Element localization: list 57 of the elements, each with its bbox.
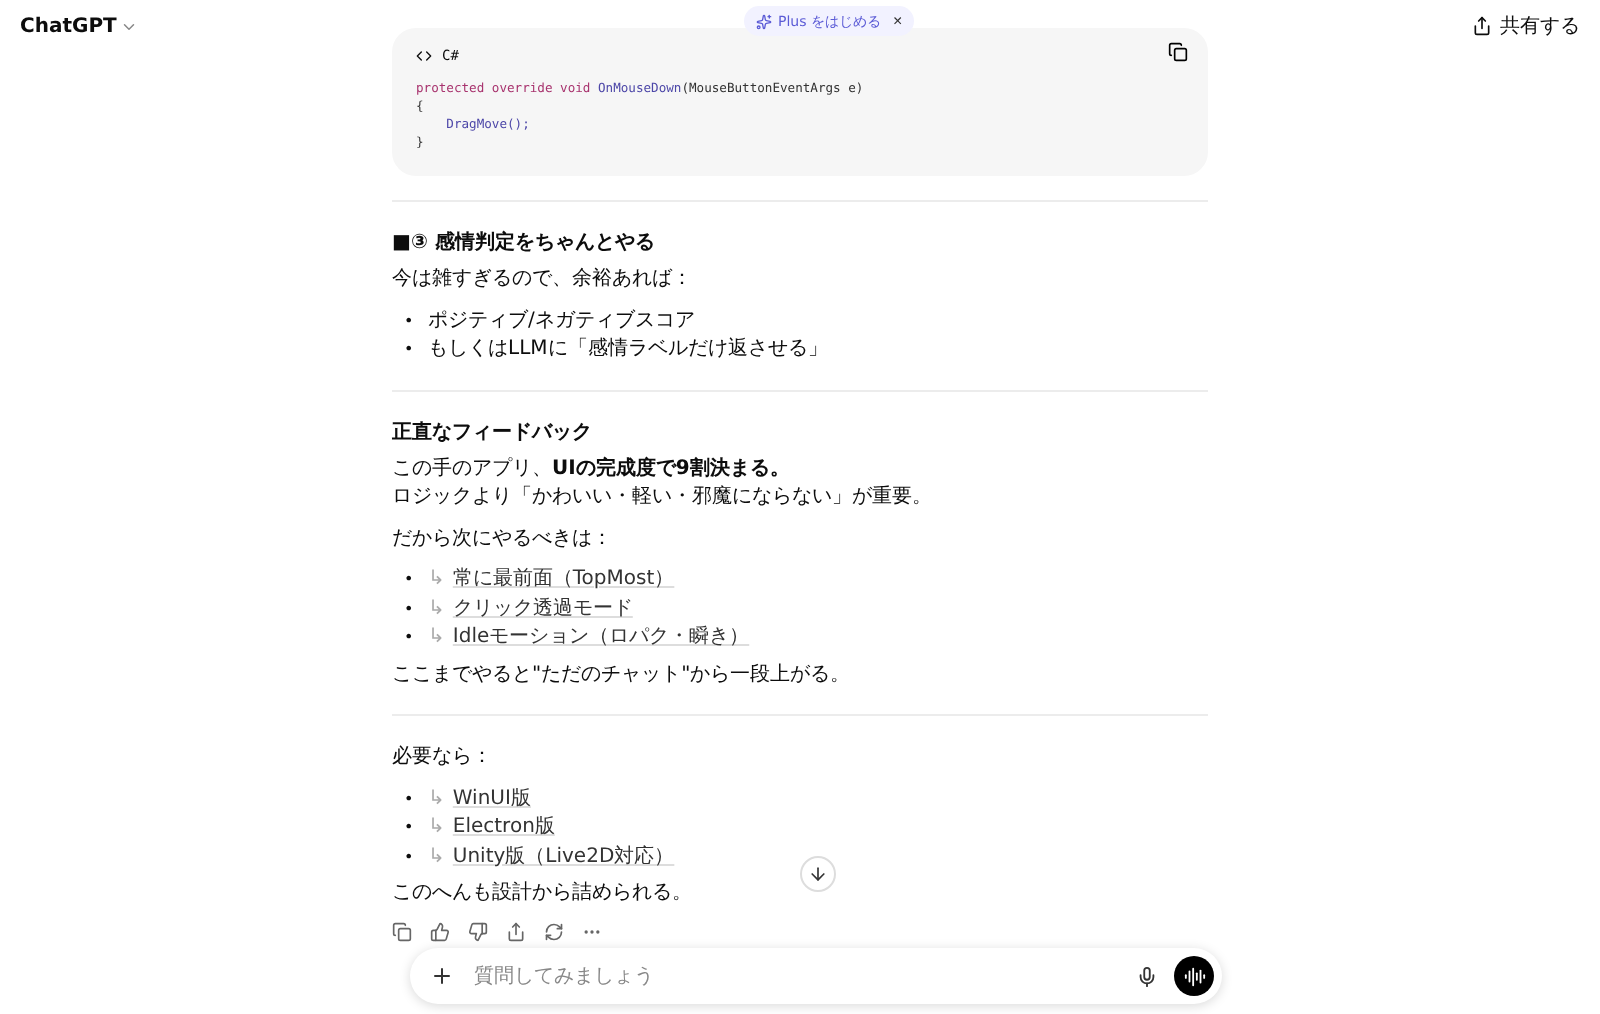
add-button[interactable]: [430, 964, 454, 988]
share-button[interactable]: 共有する: [1472, 12, 1580, 40]
paragraph-line: ロジックより「かわいい・軽い・邪魔にならない」が重要。: [392, 484, 932, 512]
paragraph-line: この手のアプリ、UIの完成度で9割決まる。: [392, 455, 790, 483]
paragraph-line: 今は雑すぎるので、余裕あれば：: [392, 266, 692, 294]
bullet: •: [404, 626, 416, 650]
bullet: •: [404, 338, 416, 362]
reply-arrow: ↳: [428, 566, 445, 594]
reply-arrow: ↳: [428, 785, 445, 813]
microphone-icon: [1136, 965, 1158, 987]
list-item: もしくはLLMに「感情ラベルだけ返させる」: [428, 336, 828, 364]
thumbs-down-icon: [468, 921, 488, 941]
section-heading: ■③ 感情判定をちゃんとやる: [392, 230, 657, 258]
copy-button[interactable]: [1168, 42, 1188, 62]
reply-arrow: ↳: [428, 814, 445, 842]
bullet: •: [404, 845, 416, 869]
paragraph-line: ここまでやると"ただのチャット"から一段上がる。: [392, 661, 851, 689]
share-icon: [506, 921, 526, 941]
arrow-down-icon: [808, 864, 828, 884]
reply-arrow: ↳: [428, 624, 445, 652]
paragraph-line: だから次にやるべきは：: [392, 525, 612, 553]
sparkle-icon: [756, 13, 772, 29]
suggestion-link[interactable]: Idleモーション（ロパク・瞬き）: [452, 624, 750, 653]
plus-icon: [430, 964, 454, 988]
voice-button[interactable]: [1174, 956, 1214, 996]
scroll-down-button[interactable]: [800, 856, 836, 892]
sound-wave-icon: [1183, 965, 1205, 987]
suggestion-link[interactable]: 常に最前面（TopMost）: [452, 566, 675, 595]
suggestion-link[interactable]: Unity版（Live2D対応）: [452, 843, 675, 872]
copy-icon: [1168, 42, 1188, 62]
suggestion-link[interactable]: Electron版: [452, 814, 555, 843]
message-input[interactable]: 質問してみましょう: [470, 963, 1120, 989]
model-selector[interactable]: ChatGPT: [20, 15, 139, 37]
section-heading: 正直なフィードバック: [392, 419, 594, 447]
regenerate-button[interactable]: [544, 921, 564, 941]
thumbs-up-button[interactable]: [430, 921, 450, 941]
bullet: •: [404, 309, 416, 333]
suggestion-link[interactable]: WinUI版: [452, 785, 531, 814]
thumbs-up-icon: [430, 921, 450, 941]
code-icon: [416, 48, 432, 64]
paragraph-line: 必要なら：: [392, 744, 492, 772]
share-icon: [1472, 16, 1492, 36]
close-button[interactable]: ×: [892, 12, 903, 30]
list-item: ポジティブ/ネガティブスコア: [428, 307, 695, 335]
bullet: •: [404, 787, 416, 811]
bullet: •: [404, 568, 416, 592]
share-button[interactable]: [506, 921, 526, 941]
thumbs-down-button[interactable]: [468, 921, 488, 941]
bullet: •: [404, 816, 416, 840]
microphone-button[interactable]: [1136, 965, 1158, 987]
reply-arrow: ↳: [428, 595, 445, 623]
suggestion-link[interactable]: クリック透過モード: [452, 595, 633, 624]
reply-arrow: ↳: [428, 843, 445, 871]
copy-icon: [392, 921, 412, 941]
paragraph-line: このへんも設計から詰められる。: [392, 880, 692, 908]
bullet: •: [404, 597, 416, 621]
refresh-icon: [544, 921, 564, 941]
